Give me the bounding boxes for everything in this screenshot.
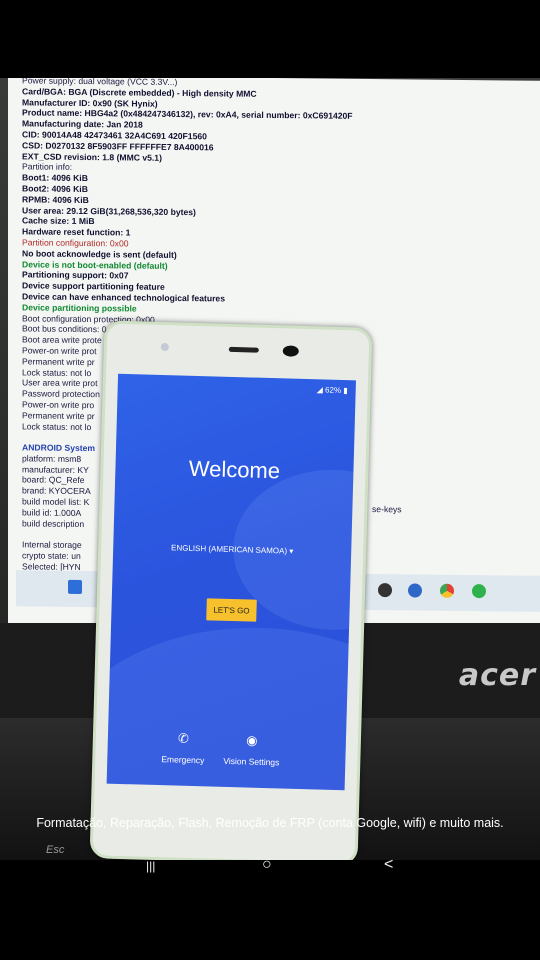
emergency-button[interactable]: ✆ Emergency: [161, 730, 205, 766]
phone-sensor: [160, 342, 169, 352]
dropdown-arrow-icon: ▾: [289, 546, 294, 556]
battery-icon: ▮: [343, 386, 348, 396]
acer-logo: acer: [458, 658, 536, 693]
phone-speaker: [228, 346, 259, 353]
recent-apps-button[interactable]: |||: [146, 859, 155, 873]
lets-go-button[interactable]: LET'S GO: [206, 598, 257, 622]
phone-camera: [282, 345, 299, 357]
chrome-icon: [440, 583, 454, 598]
signal-icon: ◢: [316, 385, 323, 395]
video-caption: Formatação, Reparação, Flash, Remoção de…: [36, 816, 504, 830]
welcome-title: Welcome: [188, 455, 281, 484]
status-bar: ◢ 62% ▮: [317, 385, 348, 395]
language-label: ENGLISH (AMERICAN SAMOA): [170, 543, 288, 556]
settings-icon: [408, 583, 422, 598]
phone-screen: ◢ 62% ▮ Welcome ENGLISH (AMERICAN SAMOA)…: [106, 373, 356, 791]
battery-level: 62%: [324, 385, 342, 395]
photo: Power supply: dual voltage (VCC 3.3V...)…: [0, 78, 540, 860]
vision-settings-button[interactable]: ◉ Vision Settings: [223, 732, 280, 768]
windows-icon: [68, 579, 82, 594]
android-navbar: ||| ○ <: [0, 852, 540, 882]
emergency-label: Emergency: [161, 754, 205, 766]
vision-settings-label: Vision Settings: [223, 755, 280, 768]
whatsapp-icon: [472, 584, 486, 599]
home-button[interactable]: ○: [262, 856, 272, 874]
app-icon: [378, 583, 392, 598]
build-keys-text: se-keys: [372, 504, 402, 515]
back-button[interactable]: <: [384, 856, 393, 874]
phone-call-icon: ✆: [177, 730, 190, 746]
phone: ◢ 62% ▮ Welcome ENGLISH (AMERICAN SAMOA)…: [89, 320, 373, 860]
eye-icon: ◉: [246, 732, 258, 748]
